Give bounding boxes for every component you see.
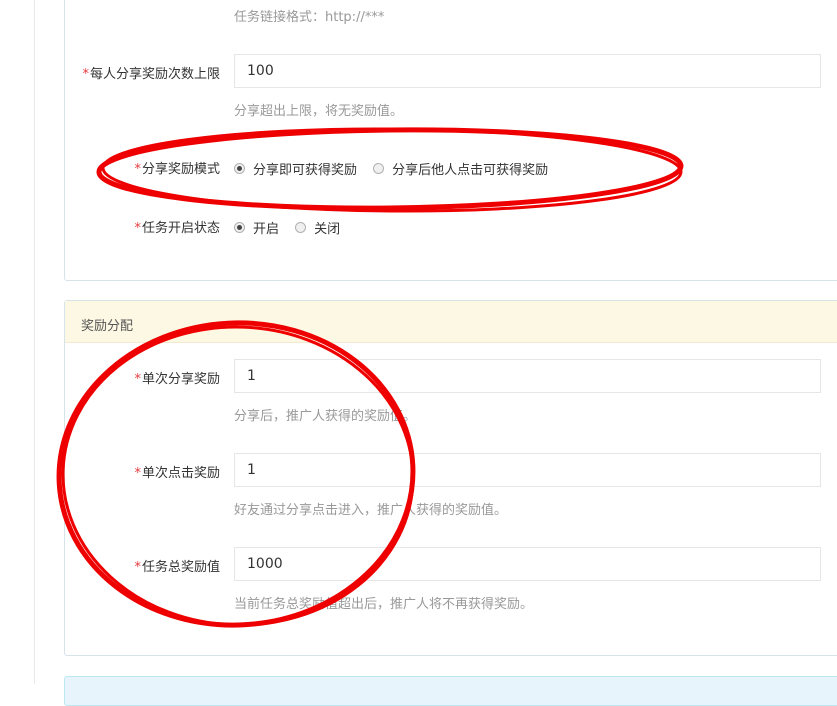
task-status-option-off[interactable]: 关闭 bbox=[295, 218, 340, 237]
reward-panel-title: 奖励分配 bbox=[81, 319, 134, 334]
task-status-label: *任务开启状态 bbox=[134, 221, 220, 236]
total-reward-input[interactable]: 1000 bbox=[234, 547, 821, 581]
next-panel bbox=[64, 676, 837, 706]
task-status-radio-group: 开启 关闭 bbox=[234, 218, 352, 237]
radio-checked-icon bbox=[234, 163, 245, 174]
total-reward-help: 当前任务总奖励值超出后，推广人将不再获得奖励。 bbox=[234, 597, 534, 612]
task-link-help: 任务链接格式：http://*** bbox=[234, 10, 385, 25]
required-mark: * bbox=[134, 162, 141, 177]
single-share-label: *单次分享奖励 bbox=[134, 372, 220, 387]
reward-panel-heading: 奖励分配 bbox=[65, 301, 837, 343]
single-share-help: 分享后，推广人获得的奖励值。 bbox=[234, 409, 417, 424]
radio-checked-icon bbox=[234, 222, 245, 233]
required-mark: * bbox=[134, 372, 141, 387]
required-mark: * bbox=[134, 560, 141, 575]
task-status-option-on[interactable]: 开启 bbox=[234, 218, 279, 237]
radio-unchecked-icon bbox=[295, 222, 307, 233]
share-limit-input[interactable]: 100 bbox=[234, 54, 821, 88]
required-mark: * bbox=[134, 221, 141, 236]
radio-unchecked-icon bbox=[373, 163, 385, 174]
share-mode-option-click[interactable]: 分享后他人点击可获得奖励 bbox=[373, 159, 548, 178]
single-click-help: 好友通过分享点击进入，推广人获得的奖励值。 bbox=[234, 503, 508, 518]
task-settings-panel bbox=[64, 0, 837, 281]
single-click-input[interactable]: 1 bbox=[234, 453, 821, 487]
single-share-input[interactable]: 1 bbox=[234, 359, 821, 393]
share-mode-radio-group: 分享即可获得奖励 分享后他人点击可获得奖励 bbox=[234, 159, 560, 178]
left-sidebar-rail bbox=[0, 0, 35, 684]
share-mode-option-instant[interactable]: 分享即可获得奖励 bbox=[234, 159, 357, 178]
required-mark: * bbox=[82, 67, 89, 82]
required-mark: * bbox=[134, 466, 141, 481]
single-click-label: *单次点击奖励 bbox=[134, 466, 220, 481]
share-limit-label: *每人分享奖励次数上限 bbox=[82, 67, 220, 82]
share-limit-help: 分享超出上限，将无奖励值。 bbox=[234, 104, 404, 119]
total-reward-label: *任务总奖励值 bbox=[134, 560, 220, 575]
share-mode-label: *分享奖励模式 bbox=[134, 162, 220, 177]
